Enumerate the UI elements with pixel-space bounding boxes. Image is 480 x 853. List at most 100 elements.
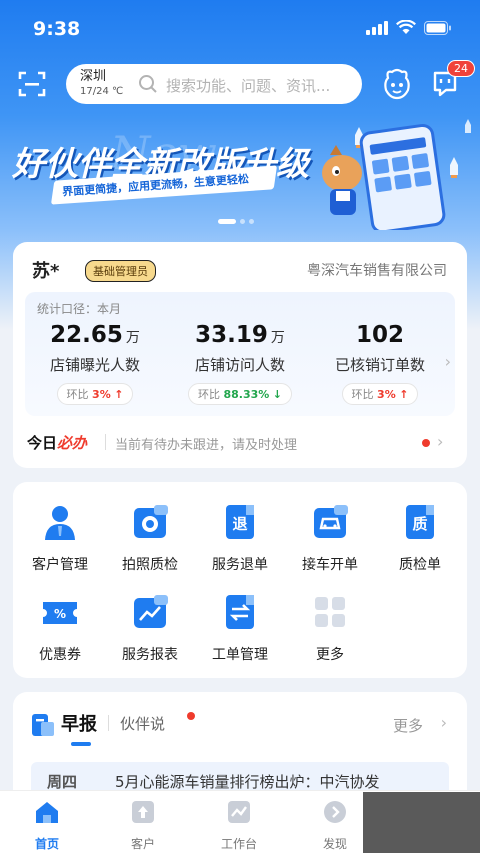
tab-label: 首页 [34,837,59,851]
func-quality-sheet[interactable]: 质 质检单 [375,502,465,574]
stat-label: 店铺曝光人数 [49,356,140,374]
stat-label: 已核销订单数 [334,356,425,374]
stat-value: 22.65 [50,322,123,348]
stat-value: 102 [355,322,404,348]
stat-change-pill: 环比 3% ↑ [56,383,134,405]
todo-title-highlight: 必办 [57,434,88,452]
function-grid: 客户管理 拍照质检 退 服务退单 接车开单 质 质检单 % 优惠券 服务报表 工… [13,482,467,678]
svg-text:退: 退 [232,515,247,533]
stat-visits[interactable]: 33.19 万 店铺访问人数 环比 88.33% ↓ [170,322,310,405]
func-service-refund[interactable]: 退 服务退单 [195,502,285,574]
stats-panel[interactable]: 统计口径：本月 22.65 万 店铺曝光人数 环比 3% ↑ 33.19 万 店铺访… [25,292,455,416]
stat-unit: 万 [125,330,140,346]
tab-label: 工作台 [220,837,257,851]
company-name[interactable]: 粤深汽车销售有限公司 [307,260,447,280]
tab-morning-news[interactable]: 早报 [61,710,97,736]
search-placeholder: 搜索功能、问题、资讯... [166,77,331,95]
pagination-dot[interactable] [249,219,254,224]
store-overview-card: 苏* 基础管理员 粤深汽车销售有限公司 统计口径：本月 22.65 万 店铺曝光人… [13,242,467,468]
func-label: 客户管理 [32,557,88,573]
tab-discover[interactable]: 发现 [300,799,370,852]
search-icon [139,75,157,93]
city-label[interactable]: 深圳 [80,69,106,84]
arrow-up-icon: ↑ [399,388,409,401]
stat-change-pill: 环比 88.33% ↓ [187,383,293,405]
change-label: 环比 [66,388,89,401]
todo-title: 今日必办 [27,432,87,453]
unread-dot [187,712,195,720]
stat-orders[interactable]: 102 已核销订单数 环比 3% ↑ [310,322,450,405]
stat-value: 33.19 [195,322,268,348]
func-customer-management[interactable]: 客户管理 [15,502,105,574]
active-tab-indicator [71,742,91,746]
func-coupons[interactable]: % 优惠券 [15,592,105,664]
func-photo-inspection[interactable]: 拍照质检 [105,502,195,574]
signal-icon [366,20,388,35]
overlay-block [363,792,480,853]
func-label: 更多 [316,647,344,663]
divider [108,715,109,731]
more-icon [315,597,345,627]
banner-phone-mascot-illustration [322,119,471,230]
svg-text:质: 质 [412,515,427,533]
battery-icon [424,20,451,35]
stat-change-pill: 环比 3% ↑ [341,383,419,405]
pagination-dot[interactable] [240,219,245,224]
stat-unit: 万 [270,330,285,346]
tab-partner-talk[interactable]: 伙伴说 [120,713,165,734]
change-label: 环比 [197,388,220,401]
pagination-dot-active[interactable] [218,219,236,224]
func-label: 质检单 [399,557,441,573]
status-time: 9:38 [33,18,81,40]
unread-dot [422,439,430,447]
todo-message[interactable]: 当前有待办未跟进，请及时处理 [115,434,297,453]
scan-icon[interactable] [18,70,46,98]
change-value: 3% [92,388,111,401]
search-bar[interactable]: 深圳 17/24 ℃ 搜索功能、问题、资讯... [66,64,362,104]
top-header: 深圳 17/24 ℃ 搜索功能、问题、资讯... 24 [0,60,480,110]
func-label: 拍照质检 [122,557,178,573]
camera-icon [134,505,168,538]
chevron-right-icon[interactable]: › [437,432,443,451]
func-service-report[interactable]: 服务报表 [105,592,195,664]
func-label: 服务退单 [212,557,268,573]
arrow-up-icon: ↑ [114,388,124,401]
chevron-right-icon[interactable]: › [441,713,447,732]
role-badge: 基础管理员 [85,260,156,282]
wifi-icon [396,20,416,34]
tab-label: 客户 [130,837,155,851]
message-count-badge: 24 [447,60,475,77]
home-icon [36,802,58,823]
svg-text:%: % [54,607,66,621]
user-name: 苏* [32,261,60,282]
chevron-right-icon[interactable]: › [445,352,451,371]
func-label: 优惠券 [39,647,81,663]
func-label: 接车开单 [302,557,358,573]
news-headline: 5月心能源车销量排行榜出炉：中汽协发 [115,773,380,791]
func-label: 工单管理 [212,647,268,663]
stat-exposure[interactable]: 22.65 万 店铺曝光人数 环比 3% ↑ [25,322,165,405]
stats-caption: 统计口径：本月 [37,302,122,316]
refund-icon: 退 [226,505,254,539]
tab-customers[interactable]: 客户 [108,799,178,852]
more-link[interactable]: 更多 [393,715,423,736]
todo-title-prefix: 今日 [27,434,58,452]
func-work-orders[interactable]: 工单管理 [195,592,285,664]
status-icons [366,20,452,35]
report-icon [134,595,168,628]
func-label: 服务报表 [122,647,178,663]
func-more[interactable]: 更多 [285,592,375,664]
func-vehicle-intake[interactable]: 接车开单 [285,502,375,574]
workbench-icon [228,801,250,823]
change-value: 3% [377,388,396,401]
promo-banner[interactable]: New 好伙伴全新改版升级 界面更简捷，应用更流畅，生意更轻松 [0,115,480,230]
tab-label: 发现 [322,837,347,851]
tab-workbench[interactable]: 工作台 [204,799,274,852]
news-day: 周四 [47,773,78,791]
assistant-icon[interactable] [382,68,412,100]
tab-home[interactable]: 首页 [12,799,82,852]
arrow-down-icon: ↓ [272,388,283,401]
banner-pagination [218,219,254,224]
change-value: 88.33% [223,388,270,401]
customer-icon [45,506,75,540]
